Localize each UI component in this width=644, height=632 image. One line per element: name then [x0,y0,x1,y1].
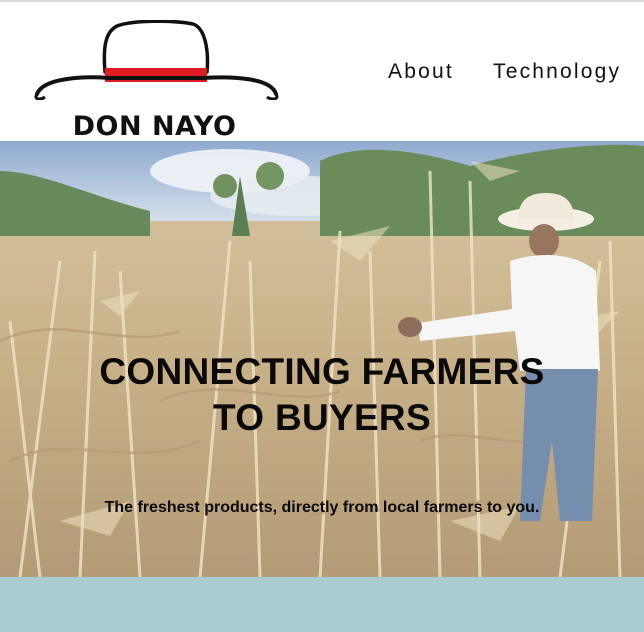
hero-section: CONNECTING FARMERS TO BUYERS The freshes… [0,141,644,577]
nav-link-about[interactable]: About [388,60,454,84]
site-header: DON NAYO About Technology [0,2,644,142]
hero-title-line-1: CONNECTING FARMERS [99,351,545,392]
section-band [0,577,644,632]
hero-title: CONNECTING FARMERS TO BUYERS [0,349,644,441]
hero-title-line-2: TO BUYERS [213,397,431,438]
main-nav: About Technology [0,60,644,90]
brand-name: DON NAYO [72,111,237,142]
nav-link-technology[interactable]: Technology [493,60,621,84]
hero-subtitle: The freshest products, directly from loc… [104,499,540,516]
